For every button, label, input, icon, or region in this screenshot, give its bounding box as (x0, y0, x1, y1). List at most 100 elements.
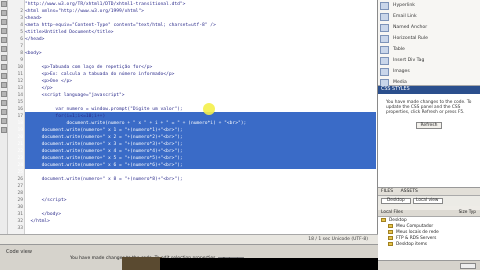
code-text[interactable]: <meta http-equiv="Content-Type" content=… (25, 23, 216, 28)
insert-item-label: Insert Div Tag (393, 58, 425, 63)
insert-item-label: Named Anchor (393, 25, 428, 30)
css-styles-panel: You have made changes to the code. To up… (378, 94, 480, 188)
insert-item-icon (380, 67, 389, 76)
code-text[interactable]: <p>Ex: calcula a tabuada do número infor… (25, 72, 175, 77)
code-text[interactable]: document.write(numero+" x 8 = "+(numero*… (25, 177, 183, 182)
code-text[interactable]: document.write(numero+" x 6 = "+(numero*… (25, 163, 183, 168)
insert-item-icon (380, 1, 389, 10)
css-message: You have made changes to the code. To up… (386, 100, 472, 115)
insert-item-icon (380, 45, 389, 54)
status-position: 18 / 1 sec Unicode (UTF-8) (308, 237, 368, 242)
files-controls: Desktop Local view (378, 196, 480, 206)
file-name: Desktop (389, 217, 407, 223)
code-text[interactable]: </html> (25, 219, 50, 224)
code-text[interactable]: var numero = window.prompt("Digite um va… (25, 107, 182, 112)
move-css-icon[interactable] (1, 100, 7, 106)
code-text[interactable]: <body> (25, 51, 42, 56)
wrap-tag-icon[interactable] (1, 82, 7, 88)
location-select[interactable]: Desktop (381, 198, 411, 204)
code-text[interactable]: </p> (25, 86, 53, 91)
code-text[interactable]: <p>One </p> (25, 79, 72, 84)
insert-item-icon (380, 12, 389, 21)
webcam-thumbnail (122, 257, 162, 270)
css-styles-header[interactable]: CSS STYLES (378, 86, 480, 94)
files-tabs: FILES ASSETS (378, 188, 480, 196)
files-list: Desktop Meu Computador Meus locais de rede… (378, 217, 480, 260)
highlight-invalid-icon[interactable] (1, 46, 7, 52)
css-refresh-button[interactable]: Refresh (416, 122, 442, 129)
file-name: FTP & RDS Servers (396, 235, 437, 241)
insert-item[interactable]: Horizontal Rule (378, 33, 480, 44)
outdent-icon[interactable] (1, 118, 7, 124)
select-parent-icon[interactable] (1, 28, 7, 34)
insert-item[interactable]: Insert Div Tag (378, 55, 480, 66)
code-text[interactable]: document.write(numero+" x 4 = "+(numero*… (25, 149, 183, 154)
file-row[interactable]: Desktop items (378, 241, 480, 247)
folder-icon (388, 230, 393, 234)
file-name: Meu Computador (396, 223, 434, 229)
folder-icon (388, 224, 393, 228)
insert-item[interactable]: Email Link (378, 11, 480, 22)
insert-item-icon (380, 23, 389, 32)
code-text[interactable]: document.write(numero+" x 3 = "+(numero*… (25, 142, 183, 147)
recent-snippets-icon[interactable] (1, 91, 7, 97)
insert-item-label: Email Link (393, 14, 417, 19)
open-documents-icon[interactable] (1, 1, 7, 7)
code-text[interactable]: <head> (25, 16, 42, 21)
line-number: 33 (17, 226, 23, 231)
insert-item-label: Table (393, 47, 405, 52)
files-status (378, 260, 480, 270)
remove-comment-icon[interactable] (1, 73, 7, 79)
insert-item-icon (380, 34, 389, 43)
line-numbers-icon[interactable] (1, 37, 7, 43)
folder-icon (388, 236, 393, 240)
col-size[interactable]: Size Typ (459, 210, 476, 216)
insert-item[interactable]: Images (378, 66, 480, 77)
indent-icon[interactable] (1, 109, 7, 115)
tab-assets[interactable]: ASSETS (401, 189, 418, 194)
code-text[interactable]: document.write(numero + " x " + i + " = … (25, 121, 246, 126)
code-text[interactable]: </script> (25, 198, 67, 203)
code-text[interactable]: document.write(numero+" x 5 = "+(numero*… (25, 156, 183, 161)
files-column-header: Local Files Size Typ (378, 210, 480, 217)
insert-item-label: Hyperlink (393, 3, 415, 8)
insert-item[interactable]: Table (378, 44, 480, 55)
code-text[interactable]: for(i=1;i<=10;i++) (25, 114, 105, 119)
folder-icon (381, 218, 386, 222)
col-local-files[interactable]: Local Files (381, 210, 403, 215)
code-editor[interactable]: "http://www.w3.org/TR/xhtml1/DTD/xhtml1-… (0, 0, 378, 234)
right-panel: Hyperlink Email Link Named Anchor Horizonta… (378, 0, 480, 270)
log-button[interactable] (460, 263, 476, 269)
code-text[interactable]: <p>Tabuada com laço de repetição for</p> (25, 65, 153, 70)
code-text[interactable]: </body> (25, 212, 61, 217)
code-text[interactable]: document.write(numero+" x 1 = "+(numero*… (25, 128, 183, 133)
view-select[interactable]: Local view (413, 198, 443, 204)
properties-tab[interactable]: Code view (6, 249, 32, 255)
code-line[interactable]: 33 (8, 225, 378, 233)
code-text[interactable]: "http://www.w3.org/TR/xhtml1/DTD/xhtml1-… (25, 2, 185, 7)
code-text[interactable]: <title>Untitled Document</title> (25, 30, 114, 35)
insert-item-label: Media (393, 80, 407, 85)
format-source-icon[interactable] (1, 127, 7, 133)
code-text[interactable]: document.write(numero+" x 7 = "+(numero*… (25, 170, 183, 175)
code-text[interactable]: </head> (25, 37, 44, 42)
apply-comment-icon[interactable] (1, 64, 7, 70)
insert-item[interactable]: Hyperlink (378, 0, 480, 11)
expand-all-icon[interactable] (1, 19, 7, 25)
insert-panel: Hyperlink Email Link Named Anchor Horizonta… (378, 0, 480, 87)
syntax-error-icon[interactable] (1, 55, 7, 61)
tab-files[interactable]: FILES (381, 189, 393, 194)
file-name: Desktop items (396, 241, 428, 247)
code-text[interactable]: document.write(numero+" x 2 = "+(numero*… (25, 135, 183, 140)
insert-item-label: Images (393, 69, 410, 74)
file-name: Meus locais de rede (396, 229, 439, 235)
code-text[interactable]: <script language="javascript"> (25, 93, 125, 98)
folder-icon (388, 242, 393, 246)
cursor-highlight (203, 103, 215, 115)
insert-item-label: Horizontal Rule (393, 36, 428, 41)
coding-toolbar (0, 0, 8, 234)
code-text[interactable]: <html xmlns="http://www.w3.org/1999/xhtm… (25, 9, 144, 14)
collapse-tag-icon[interactable] (1, 10, 7, 16)
insert-item-icon (380, 56, 389, 65)
insert-item[interactable]: Named Anchor (378, 22, 480, 33)
